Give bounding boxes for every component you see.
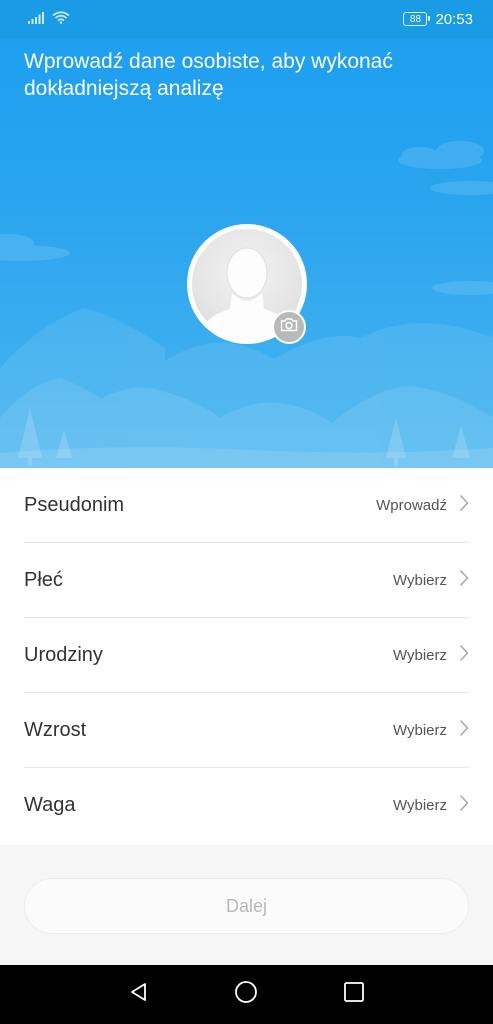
row-height[interactable]: Wzrost Wybierz [24,693,469,768]
row-right: Wybierz [393,794,469,817]
battery-level: 88 [409,13,422,25]
camera-button[interactable] [272,310,306,344]
back-icon [128,981,150,1008]
status-left [28,10,70,28]
chevron-right-icon [459,719,469,742]
row-label: Urodziny [24,643,103,666]
row-value: Wybierz [392,721,447,739]
signal-icon [28,11,44,28]
home-button[interactable] [226,975,266,1015]
footer-area: Dalej [0,845,493,965]
back-button[interactable] [119,975,159,1015]
status-bar: 88 20:53 [0,0,493,38]
battery-icon: 88 [403,12,431,26]
row-value: Wybierz [392,646,447,664]
chevron-right-icon [459,569,469,592]
row-label: Płeć [24,568,63,591]
row-label: Pseudonim [24,493,125,516]
row-right: Wybierz [393,569,469,592]
row-birthday[interactable]: Urodziny Wybierz [24,618,469,693]
status-right: 88 20:53 [403,11,473,28]
row-weight[interactable]: Waga Wybierz [24,768,469,843]
row-value: Wybierz [392,571,447,589]
row-nickname[interactable]: Pseudonim Wprowadź [24,468,469,543]
status-time: 20:53 [435,10,473,28]
row-label: Waga [24,794,76,816]
row-right: Wybierz [393,644,469,667]
row-right: Wprowadź [376,494,469,517]
hero-banner: Wprowadź dane osobiste, aby wykonać dokł… [0,38,493,468]
recents-icon [343,981,365,1008]
camera-icon [280,317,298,337]
row-label: Wzrost [24,718,87,741]
chevron-right-icon [459,794,469,817]
hero-title: Wprowadź dane osobiste, aby wykonać dokł… [24,50,393,100]
recents-button[interactable] [334,975,374,1015]
row-value: Wybierz [392,797,447,814]
chevron-right-icon [459,494,469,517]
personal-data-form: Pseudonim Wprowadź Płeć Wybierz Urodziny… [0,468,493,845]
chevron-right-icon [459,644,469,667]
wifi-icon [52,10,70,28]
next-button[interactable]: Dalej [24,878,469,934]
row-value: Wprowadź [376,496,447,514]
row-right: Wybierz [393,719,469,742]
row-gender[interactable]: Płeć Wybierz [24,543,469,618]
system-nav-bar [0,965,493,1024]
home-icon [234,980,258,1009]
